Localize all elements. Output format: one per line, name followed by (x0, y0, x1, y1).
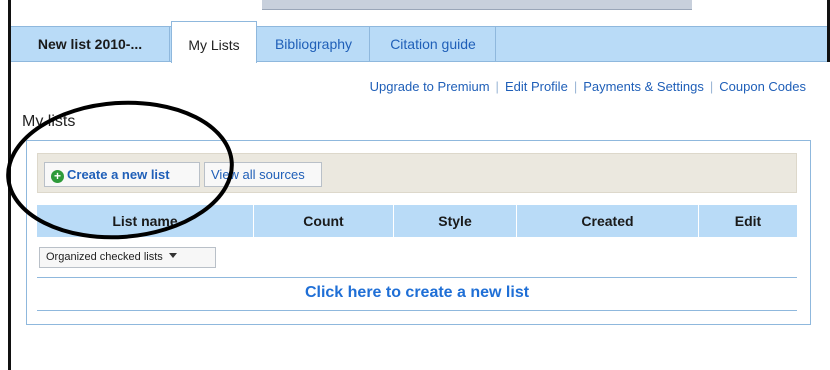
list-filter-dropdown[interactable]: Organized checked lists (39, 247, 216, 268)
tab-current-list[interactable]: New list 2010-... (11, 27, 170, 62)
upgrade-premium-link[interactable]: Upgrade to Premium (370, 79, 490, 94)
caret-down-icon (168, 253, 177, 258)
edit-profile-link[interactable]: Edit Profile (505, 79, 568, 94)
link-separator: | (573, 79, 578, 94)
tab-my-lists[interactable]: My Lists (171, 21, 257, 63)
list-filter-value: Organized checked lists (46, 251, 163, 263)
column-header-count[interactable]: Count (254, 205, 394, 237)
lists-toolbar: + Create a new list View all sources (37, 153, 797, 193)
create-new-list-button[interactable]: + Create a new list (44, 162, 200, 187)
divider (37, 277, 797, 278)
payments-settings-link[interactable]: Payments & Settings (583, 79, 704, 94)
tab-bar: New list 2010-... My Lists Bibliography … (11, 21, 827, 63)
link-separator: | (709, 79, 714, 94)
lists-table-header: List name Count Style Created Edit (37, 205, 797, 237)
plus-circle-icon: + (51, 170, 64, 183)
top-header-strip (262, 0, 692, 10)
link-separator: | (495, 79, 499, 94)
create-new-list-link[interactable]: Click here to create a new list (37, 284, 797, 302)
column-header-style[interactable]: Style (394, 205, 517, 237)
view-all-sources-button[interactable]: View all sources (204, 162, 322, 187)
coupon-codes-link[interactable]: Coupon Codes (719, 79, 806, 94)
divider (37, 310, 797, 311)
column-header-edit[interactable]: Edit (699, 205, 797, 237)
column-header-created[interactable]: Created (517, 205, 699, 237)
tab-bibliography[interactable]: Bibliography (258, 27, 370, 62)
column-header-list-name[interactable]: List name (37, 205, 254, 237)
page-title: My lists (22, 113, 76, 130)
create-new-list-label: Create a new list (67, 167, 170, 182)
account-links: Upgrade to Premium | Edit Profile | Paym… (370, 79, 806, 94)
lists-panel: + Create a new list View all sources List… (26, 140, 811, 325)
tab-citation-guide[interactable]: Citation guide (371, 27, 496, 62)
